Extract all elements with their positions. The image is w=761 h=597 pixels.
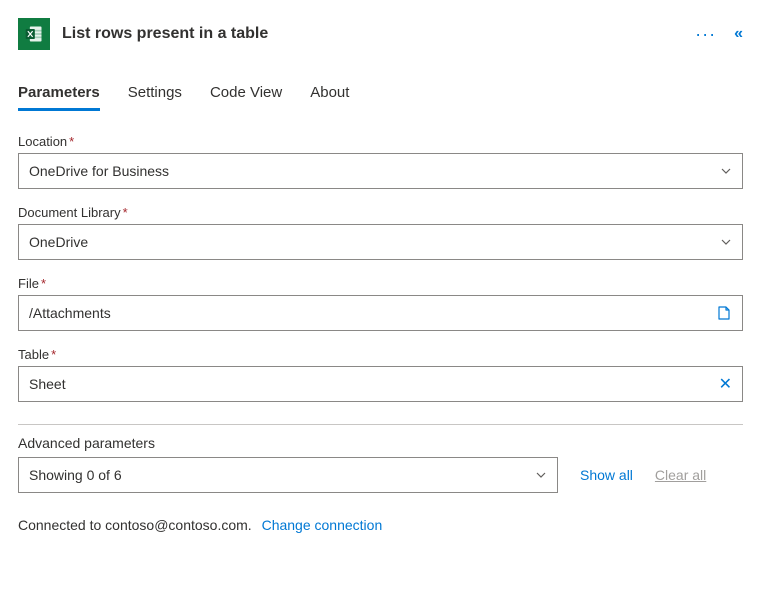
table-label-text: Table bbox=[18, 347, 49, 362]
tab-settings[interactable]: Settings bbox=[128, 78, 182, 111]
advanced-row: Showing 0 of 6 Show all Clear all bbox=[18, 457, 743, 493]
chevron-down-icon bbox=[720, 165, 732, 177]
field-file: File* /Attachments bbox=[18, 276, 743, 331]
card-header: List rows present in a table ··· « bbox=[18, 18, 743, 50]
location-value: OneDrive for Business bbox=[29, 163, 720, 179]
card-title: List rows present in a table bbox=[62, 25, 683, 43]
required-marker: * bbox=[41, 276, 46, 291]
collapse-icon[interactable]: « bbox=[734, 25, 743, 43]
tab-codeview[interactable]: Code View bbox=[210, 78, 282, 111]
divider bbox=[18, 424, 743, 425]
required-marker: * bbox=[51, 347, 56, 362]
show-all-link[interactable]: Show all bbox=[580, 467, 633, 483]
file-value: /Attachments bbox=[29, 305, 716, 321]
library-select[interactable]: OneDrive bbox=[18, 224, 743, 260]
library-value: OneDrive bbox=[29, 234, 720, 250]
field-table: Table* Sheet ✕ bbox=[18, 347, 743, 402]
tab-parameters[interactable]: Parameters bbox=[18, 78, 100, 111]
clear-icon[interactable]: ✕ bbox=[719, 374, 732, 394]
advanced-label: Advanced parameters bbox=[18, 435, 743, 451]
file-label: File* bbox=[18, 276, 743, 291]
required-marker: * bbox=[69, 134, 74, 149]
location-select[interactable]: OneDrive for Business bbox=[18, 153, 743, 189]
required-marker: * bbox=[123, 205, 128, 220]
field-library: Document Library* OneDrive bbox=[18, 205, 743, 260]
clear-all-link: Clear all bbox=[655, 467, 706, 483]
location-label-text: Location bbox=[18, 134, 67, 149]
library-label: Document Library* bbox=[18, 205, 743, 220]
table-label: Table* bbox=[18, 347, 743, 362]
library-label-text: Document Library bbox=[18, 205, 121, 220]
field-location: Location* OneDrive for Business bbox=[18, 134, 743, 189]
tabs: Parameters Settings Code View About bbox=[18, 78, 743, 112]
chevron-down-icon bbox=[535, 469, 547, 481]
file-input[interactable]: /Attachments bbox=[18, 295, 743, 331]
advanced-select[interactable]: Showing 0 of 6 bbox=[18, 457, 558, 493]
table-input[interactable]: Sheet ✕ bbox=[18, 366, 743, 402]
excel-icon bbox=[18, 18, 50, 50]
table-value: Sheet bbox=[29, 376, 719, 392]
change-connection-link[interactable]: Change connection bbox=[262, 517, 383, 533]
advanced-summary: Showing 0 of 6 bbox=[29, 467, 535, 483]
chevron-down-icon bbox=[720, 236, 732, 248]
tab-about[interactable]: About bbox=[310, 78, 349, 111]
folder-picker-icon[interactable] bbox=[716, 305, 732, 321]
more-icon[interactable]: ··· bbox=[695, 24, 716, 45]
file-label-text: File bbox=[18, 276, 39, 291]
connection-footer: Connected to contoso@contoso.com. Change… bbox=[18, 517, 743, 533]
location-label: Location* bbox=[18, 134, 743, 149]
connected-text: Connected to contoso@contoso.com. bbox=[18, 517, 252, 533]
header-actions: ··· « bbox=[695, 24, 743, 45]
